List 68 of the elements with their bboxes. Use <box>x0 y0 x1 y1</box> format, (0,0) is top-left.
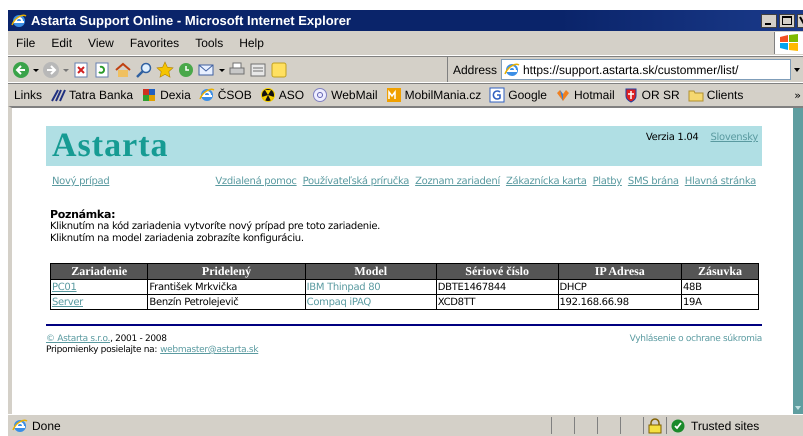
note-text: Kliknutím na model zariadenia zobrazíte konfiguráciu. <box>50 233 305 245</box>
page-icon <box>504 62 520 78</box>
radiation-icon <box>260 87 276 103</box>
stripes-icon <box>50 87 66 103</box>
menu-item[interactable]: View <box>80 36 122 50</box>
edit-icon[interactable] <box>249 60 267 78</box>
address-label: Address <box>452 62 498 76</box>
link-item[interactable]: ASO <box>260 87 304 103</box>
browser-icon <box>11 12 27 28</box>
minimize-icon[interactable] <box>761 14 777 28</box>
column-header: Model <box>305 264 436 280</box>
copyright-years: , 2001 - 2008 <box>110 334 167 344</box>
refresh-icon[interactable] <box>93 60 111 78</box>
menu-item[interactable]: File <box>8 36 44 50</box>
column-header: Sériové číslo <box>436 264 558 280</box>
more-links-button[interactable]: » <box>794 88 803 102</box>
browser-icon <box>198 87 215 103</box>
menu-item[interactable]: Tools <box>187 36 232 50</box>
scrollbar[interactable] <box>793 108 803 414</box>
window-title: Astarta Support Online - Microsoft Internet Explorer <box>31 13 352 28</box>
link-item[interactable]: WebMail <box>312 87 378 103</box>
m-logo-icon <box>386 87 402 103</box>
lock-icon <box>648 418 662 434</box>
history-icon[interactable] <box>177 60 195 78</box>
windows-logo-icon <box>777 33 801 53</box>
link-item[interactable]: ČSOB <box>198 87 252 103</box>
address-field[interactable]: https://support.astarta.sk/custommer/list/ <box>501 59 791 80</box>
table-cell: 192.168.66.98 <box>558 294 682 310</box>
page-icon <box>12 418 28 434</box>
site-logo: Astarta <box>51 126 169 166</box>
note-text: Kliknutím na kód zariadenia vytvoríte nový prípad pre toto zariadenie. <box>50 221 382 233</box>
table-cell: DBTE1467844 <box>436 280 558 294</box>
link-item[interactable]: Tatra Banka <box>50 87 134 103</box>
status-text: Done <box>32 418 61 432</box>
g-logo-icon <box>489 87 506 103</box>
check-icon <box>671 418 685 432</box>
link-item[interactable]: Hotmail <box>554 87 615 103</box>
zone-label: Trusted sites <box>691 418 760 432</box>
link-item[interactable]: Dexia <box>141 87 191 103</box>
column-header: Zásuvka <box>682 264 758 280</box>
version-label: Verzia 1.04 <box>646 132 698 143</box>
search-icon[interactable] <box>135 60 153 78</box>
menu-item[interactable]: Edit <box>43 36 80 50</box>
menu-item[interactable]: Help <box>231 36 272 50</box>
contact-label: Pripomienky posielajte na: <box>46 345 158 355</box>
link-item[interactable]: MobilMania.cz <box>386 87 482 103</box>
table-cell: DHCP <box>558 280 682 294</box>
note-title: Poznámka: <box>50 209 116 221</box>
shield-icon <box>622 87 639 103</box>
tiles-icon <box>141 87 158 103</box>
column-header: Zariadenie <box>50 264 148 280</box>
table-cell: 19A <box>682 294 758 310</box>
menu-item[interactable]: Favorites <box>122 36 188 50</box>
column-header: Pridelený <box>148 264 306 280</box>
table-cell: 48B <box>682 280 758 294</box>
table-cell: František Mrkvička <box>148 280 306 294</box>
close-icon[interactable] <box>797 14 803 28</box>
star-icon[interactable] <box>156 60 174 78</box>
table-cell: XCD8TT <box>436 294 558 310</box>
links-label: Links <box>14 88 42 102</box>
link-item[interactable]: OR SR <box>622 87 680 103</box>
maximize-icon[interactable] <box>779 14 795 28</box>
column-header: IP Adresa <box>558 264 682 280</box>
link-item[interactable]: Google <box>489 87 547 103</box>
link-item[interactable]: Clients <box>688 87 744 103</box>
home-icon[interactable] <box>114 60 132 78</box>
table-cell: Benzín Petrolejevič <box>148 294 306 310</box>
stop-icon[interactable] <box>72 60 90 78</box>
